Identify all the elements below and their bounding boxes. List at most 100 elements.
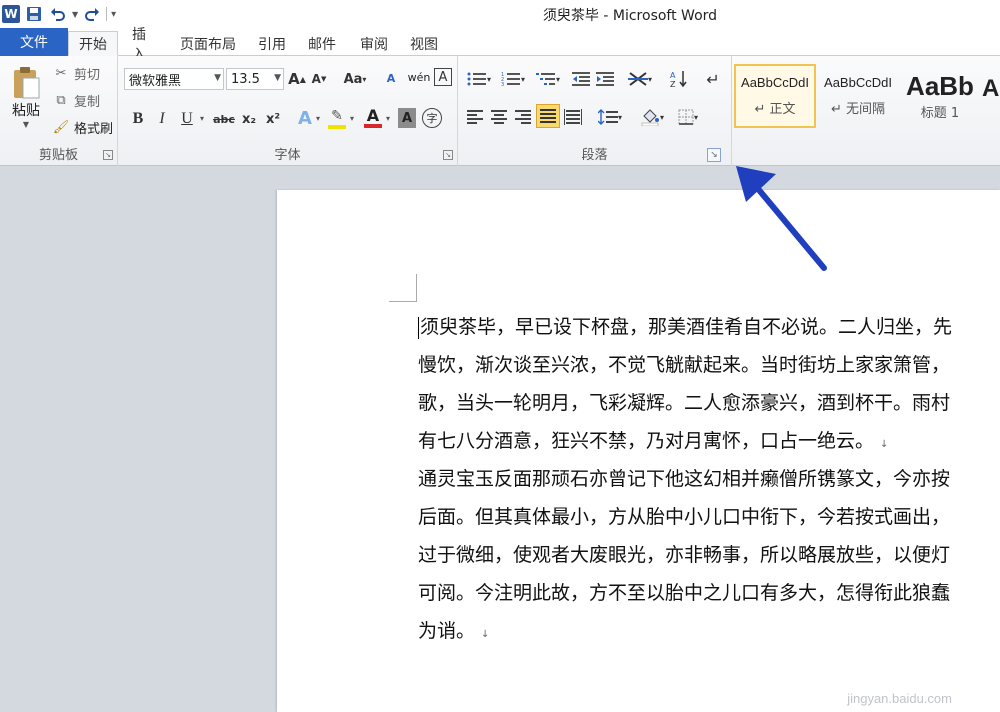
line-spacing-icon [597, 109, 618, 125]
character-shading-button[interactable]: A [398, 108, 416, 128]
align-left-button[interactable] [464, 106, 486, 128]
annotation-arrow [736, 166, 827, 271]
style-heading-2-sample: A [982, 75, 1000, 102]
clipboard-group-label: 剪贴板 [38, 148, 78, 163]
paragraph-group: ▾ 1 2 3 ▾ ▾ ▾ AZ ↵ ▾ ▾ ▾ 段落 ↘ [458, 56, 732, 166]
style-heading-1[interactable]: AaBb 标题 1 [900, 64, 980, 128]
bullets-icon [467, 72, 486, 86]
ribbon-tabs: 文件 开始 插入 页面布局 引用 邮件 审阅 视图 [0, 27, 1000, 63]
scissors-icon: ✂ [55, 65, 67, 81]
underline-dropdown-icon[interactable]: ▾ [200, 114, 204, 123]
style-normal-name: ↵ 正文 [754, 102, 796, 117]
justify-button[interactable] [536, 104, 560, 128]
clear-formatting-button[interactable]: A [380, 67, 402, 89]
tab-page-layout[interactable]: 页面布局 [172, 31, 244, 56]
enclosed-characters-button[interactable]: 字 [422, 108, 442, 128]
strikethrough-button[interactable]: abc [212, 108, 236, 130]
tab-file[interactable]: 文件 [0, 28, 68, 56]
bullets-button[interactable]: ▾ [464, 68, 494, 90]
sort-icon: AZ [670, 71, 687, 88]
subscript-button[interactable]: x₂ [238, 108, 260, 130]
decrease-indent-button[interactable] [570, 68, 592, 90]
superscript-button[interactable]: x² [262, 108, 284, 130]
change-case-icon: Aa [343, 71, 363, 87]
cut-button[interactable]: ✂ 剪切 [52, 62, 100, 84]
borders-icon [678, 109, 694, 125]
watermark: jingyan.baidu.com [847, 691, 952, 706]
style-normal[interactable]: AaBbCcDdI ↵ 正文 [734, 64, 816, 128]
clear-formatting-icon: A [386, 71, 396, 85]
align-right-icon [515, 110, 531, 124]
text-effects-dropdown-icon[interactable]: ▾ [316, 114, 320, 123]
text-line: 慢饮，渐次谈至兴浓，不觉飞觥献起来。当时街坊上家家箫管， [418, 354, 951, 376]
document-page[interactable]: 须臾茶毕，早已设下杯盘，那美酒佳肴自不必说。二人归坐，先 慢饮，渐次谈至兴浓，不… [277, 190, 1000, 712]
bold-button[interactable]: B [128, 108, 148, 130]
format-painter-button[interactable]: 🖌 格式刷 [52, 116, 113, 138]
copy-button[interactable]: ⧉ 复制 [52, 89, 100, 111]
multilevel-list-button[interactable]: ▾ [532, 68, 564, 90]
tab-insert[interactable]: 插入 [124, 27, 166, 63]
paragraph-launcher-icon[interactable]: ↘ [707, 148, 721, 162]
style-no-spacing[interactable]: AaBbCcDdI ↵ 无间隔 [818, 64, 898, 128]
increase-indent-icon [596, 72, 614, 86]
style-heading-2[interactable]: A [982, 64, 1000, 128]
font-color-dropdown-icon[interactable]: ▾ [386, 114, 390, 123]
font-color-button[interactable]: A [362, 106, 384, 130]
borders-button[interactable]: ▾ [672, 106, 704, 128]
numbering-icon: 123 [501, 72, 520, 87]
copy-icon: ⧉ [56, 92, 66, 108]
paragraph-mark: ↓ [880, 439, 889, 450]
text-line-content: 须臾茶毕，早已设下杯盘，那美酒佳肴自不必说。二人归坐，先 [420, 316, 953, 338]
increase-indent-button[interactable] [594, 68, 616, 90]
paintbrush-icon: 🖌 [52, 119, 70, 135]
document-area[interactable]: 须臾茶毕，早已设下杯盘，那美酒佳肴自不必说。二人归坐，先 慢饮，渐次谈至兴浓，不… [0, 166, 1000, 712]
highlight-dropdown-icon[interactable]: ▾ [350, 114, 354, 123]
margin-corner-mark [389, 274, 417, 302]
highlight-button[interactable]: ✎ [326, 106, 348, 130]
svg-text:3: 3 [501, 82, 504, 87]
character-border-button[interactable]: A [434, 68, 452, 86]
window-title: 须臾茶毕 - Microsoft Word [542, 8, 718, 24]
tab-mailings[interactable]: 邮件 [300, 31, 344, 56]
font-name-combo[interactable]: 微软雅黑 ▼ [124, 68, 224, 90]
cut-label: 剪切 [74, 67, 101, 83]
clipboard-launcher-icon[interactable]: ↘ [103, 150, 113, 160]
numbering-button[interactable]: 1 2 3 ▾ [498, 68, 528, 90]
change-case-button[interactable]: Aa ▾ [340, 69, 370, 89]
tab-home[interactable]: 开始 [68, 31, 118, 56]
text-line: 有七八分酒意，狂兴不禁，乃对月寓怀，口占一绝云。 ↓ [418, 422, 1000, 460]
sort-button[interactable]: AZ [668, 68, 690, 90]
tab-references[interactable]: 引用 [250, 31, 294, 56]
ribbon: 粘贴 ▼ ✂ 剪切 ⧉ 复制 🖌 格式刷 剪贴板 ↘ 微软雅黑 ▼ 13.5 ▼… [0, 56, 1000, 166]
italic-button[interactable]: I [152, 108, 172, 130]
text-line: 歌，当头一轮明月，飞彩凝辉。二人愈添豪兴，酒到杯干。雨村 [418, 392, 951, 414]
paragraph-1[interactable]: 须臾茶毕，早已设下杯盘，那美酒佳肴自不必说。二人归坐，先 慢饮，渐次谈至兴浓，不… [418, 308, 1000, 460]
phonetic-guide-button[interactable]: wén [406, 67, 432, 89]
line-spacing-button[interactable]: ▾ [594, 106, 626, 128]
paste-button[interactable]: 粘贴 ▼ [6, 60, 46, 134]
text-effects-button[interactable]: A [294, 106, 316, 130]
text-line-content: 有七八分酒意，狂兴不禁，乃对月寓怀，口占一绝云。 [418, 430, 875, 452]
font-launcher-icon[interactable]: ↘ [443, 150, 453, 160]
paragraph-2[interactable]: 通灵宝玉反面那顽石亦曾记下他这幻相并癞僧所镌篆文，今亦按 后面。但其真体最小，方… [418, 460, 1000, 650]
align-right-button[interactable] [512, 106, 534, 128]
grow-font-icon: A [288, 70, 300, 88]
shading-button[interactable]: ▾ [636, 106, 668, 128]
text-line: 后面。但其真体最小，方从胎中小儿口中衔下，今若按式画出， [418, 506, 951, 528]
chinese-layout-icon [627, 72, 648, 86]
svg-text:A: A [670, 71, 676, 80]
paste-dropdown-icon: ▼ [22, 119, 30, 129]
underline-button[interactable]: U [176, 108, 198, 130]
grow-font-button[interactable]: A ▲ [288, 69, 306, 89]
tab-review[interactable]: 审阅 [352, 31, 396, 56]
shrink-font-button[interactable]: A ▼ [310, 69, 328, 89]
styles-gallery: AaBbCcDdI ↵ 正文 AaBbCcDdI ↵ 无间隔 AaBb 标题 1… [732, 64, 1000, 128]
show-hide-marks-button[interactable]: ↵ [702, 68, 724, 90]
font-size-combo[interactable]: 13.5 ▼ [226, 68, 284, 90]
chinese-layout-button[interactable]: ▾ [624, 68, 656, 90]
distributed-button[interactable] [562, 106, 584, 128]
format-painter-label: 格式刷 [74, 121, 114, 137]
align-center-button[interactable] [488, 106, 510, 128]
tab-view[interactable]: 视图 [402, 31, 446, 56]
paragraph-mark-icon: ↵ [706, 69, 720, 89]
